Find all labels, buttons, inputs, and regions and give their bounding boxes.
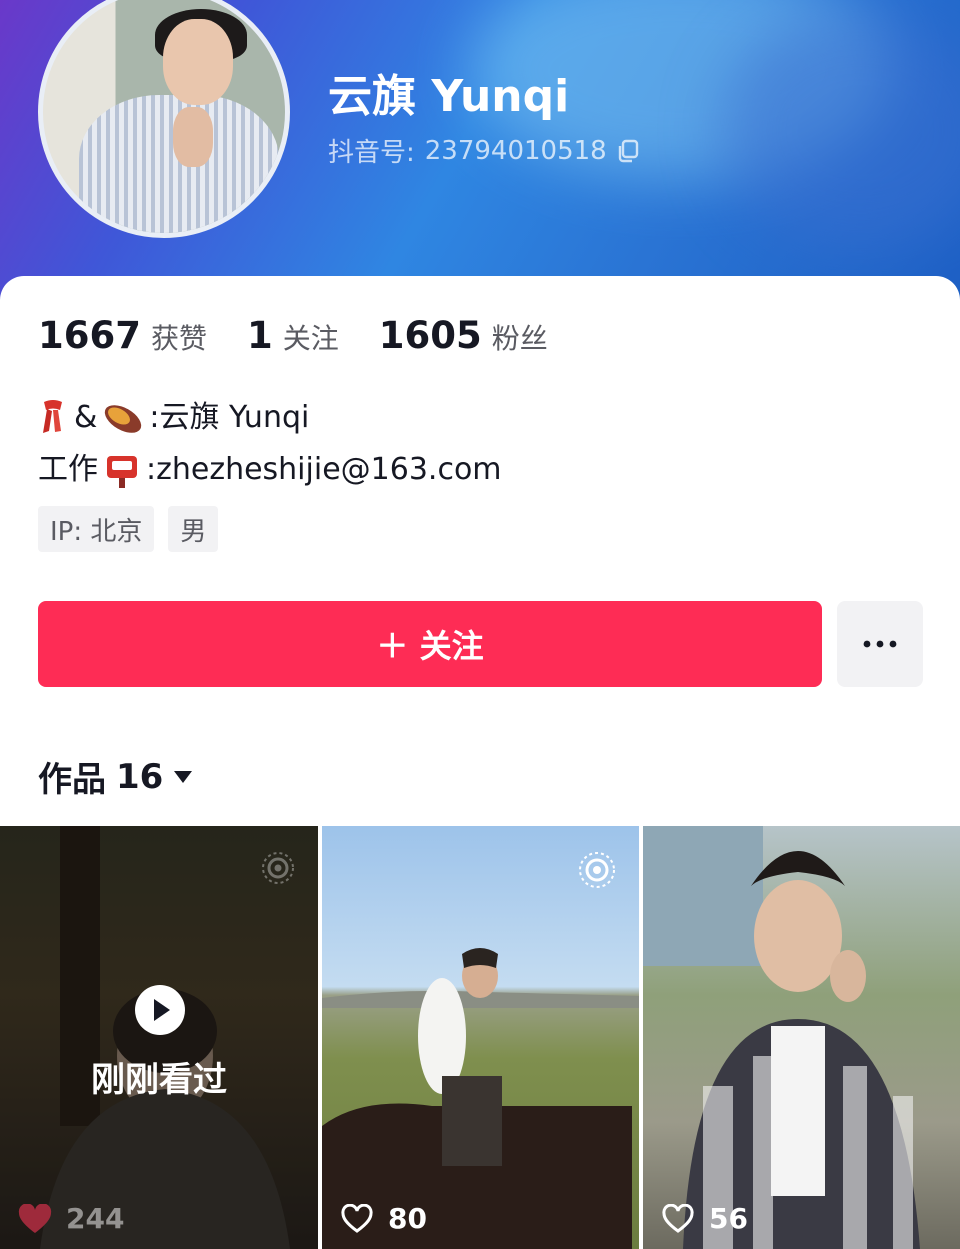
works-label: 作品 (38, 760, 106, 800)
avatar[interactable] (38, 0, 290, 238)
video-thumb[interactable]: 56 (643, 826, 960, 1249)
watched-overlay (0, 826, 318, 1249)
stat-label: 获赞 (150, 322, 207, 355)
scarf-icon (38, 398, 68, 438)
more-button[interactable] (837, 601, 923, 687)
heart-outline-icon (662, 1203, 694, 1233)
play-icon (135, 985, 185, 1035)
stat-followers[interactable]: 1605 粉丝 (379, 314, 548, 357)
douyin-id-value: 23794010518 (424, 135, 607, 166)
heart-outline-icon (341, 1203, 373, 1233)
bio: & :云旗 Yunqi 工作 :zhezheshijie@163.com (38, 392, 502, 496)
video-thumb[interactable]: 刚刚看过 244 (0, 826, 318, 1249)
stat-label: 粉丝 (491, 322, 548, 355)
recently-watched-label: 刚刚看过 (91, 1060, 227, 1100)
avatar-figure (173, 107, 213, 167)
stats-row: 1667 获赞 1 关注 1605 粉丝 (38, 314, 588, 357)
sweet-potato-icon (101, 398, 145, 438)
copy-icon[interactable] (617, 139, 639, 163)
works-count: 16 (116, 756, 164, 797)
stat-following[interactable]: 1 关注 (247, 314, 339, 357)
heart-filled-icon (18, 1203, 52, 1233)
mailbox-icon (104, 450, 140, 490)
video-likes: 244 (18, 1202, 124, 1235)
works-tab[interactable]: 作品 16 (38, 752, 193, 801)
tag-ip: IP: 北京 (38, 506, 155, 552)
profile-tags: IP: 北京 男 (38, 506, 219, 552)
video-thumb[interactable]: 80 (322, 826, 639, 1249)
stat-value: 1667 (38, 314, 141, 357)
more-icon (863, 640, 897, 648)
caret-down-icon (174, 770, 193, 783)
follow-button[interactable]: ＋ 关注 (38, 601, 822, 687)
video-grid: 刚刚看过 244 80 56 (0, 826, 960, 1249)
video-likes-count: 56 (709, 1202, 748, 1235)
profile-name: 云旗 Yunqi (328, 71, 570, 122)
bio-line-1: & :云旗 Yunqi (38, 392, 502, 444)
douyin-id: 抖音号: 23794010518 (328, 132, 639, 169)
video-image (643, 826, 920, 1249)
bio-work-label: 工作 (38, 452, 98, 487)
stat-value: 1605 (378, 314, 482, 357)
tag-gender: 男 (168, 506, 219, 552)
avatar-figure (163, 19, 233, 105)
stat-value: 1 (247, 314, 273, 357)
bio-amp: & (74, 400, 98, 435)
follow-label: ＋ 关注 (376, 627, 484, 665)
video-likes-count: 80 (388, 1202, 427, 1235)
bio-text: :云旗 Yunqi (149, 400, 310, 435)
video-likes: 80 (340, 1202, 427, 1235)
video-likes: 56 (661, 1202, 748, 1235)
douyin-id-label: 抖音号: (328, 138, 415, 168)
bio-line-2: 工作 :zhezheshijie@163.com (38, 444, 502, 496)
stat-likes[interactable]: 1667 获赞 (38, 314, 207, 357)
live-icon (579, 852, 615, 888)
video-likes-count: 244 (66, 1202, 125, 1235)
bio-email: :zhezheshijie@163.com (146, 452, 502, 487)
stat-label: 关注 (282, 322, 339, 355)
live-icon (262, 852, 294, 884)
